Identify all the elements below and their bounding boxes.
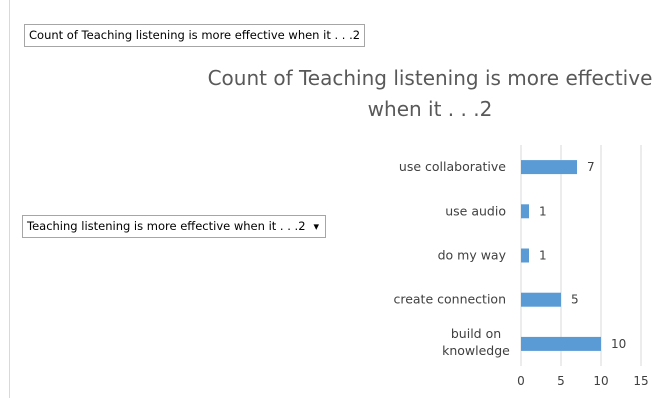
data-label: 1 bbox=[539, 204, 547, 218]
bar bbox=[521, 160, 577, 175]
data-label: 7 bbox=[587, 160, 595, 174]
data-label: 5 bbox=[571, 293, 579, 307]
category-label: use audio bbox=[445, 203, 506, 218]
data-label: 10 bbox=[611, 337, 626, 351]
data-label: 1 bbox=[539, 249, 547, 263]
bar bbox=[521, 336, 601, 351]
x-tick-label: 5 bbox=[557, 374, 565, 388]
category-label: create connection bbox=[393, 292, 506, 307]
category-label-line: knowledge bbox=[442, 343, 510, 358]
category-label: use collaborative bbox=[399, 159, 506, 174]
category-label: build on knowledge bbox=[442, 326, 510, 358]
bar-chart: 0 5 10 15use collaborative 7use audio 1do my … bbox=[393, 145, 649, 388]
bar bbox=[521, 204, 529, 219]
x-tick-label: 10 bbox=[593, 374, 608, 388]
bar bbox=[521, 248, 529, 263]
x-tick-label: 15 bbox=[633, 374, 648, 388]
x-tick-label: 0 bbox=[517, 374, 525, 388]
bar bbox=[521, 292, 561, 307]
category-label-line: build on bbox=[451, 326, 501, 341]
category-label: do my way bbox=[438, 248, 507, 263]
